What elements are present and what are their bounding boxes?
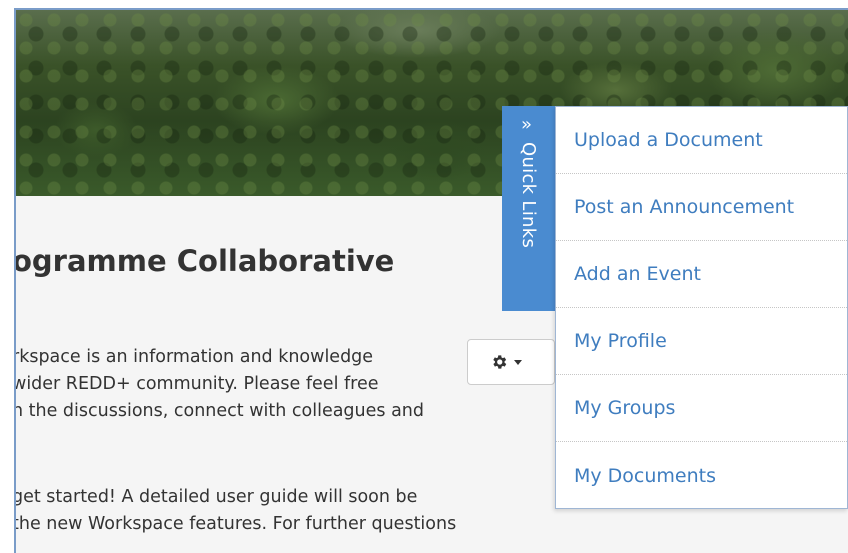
gear-icon — [493, 355, 507, 369]
quick-links-panel: Upload a Document Post an Announcement A… — [555, 106, 848, 509]
quick-link-post-announcement[interactable]: Post an Announcement — [556, 174, 847, 241]
intro-line: rkspace is an information and knowledge — [14, 347, 374, 367]
quick-link-add-event[interactable]: Add an Event — [556, 241, 847, 308]
quick-link-my-profile[interactable]: My Profile — [556, 308, 847, 375]
chevron-down-icon — [514, 359, 522, 365]
quick-link-upload-document[interactable]: Upload a Document — [556, 107, 847, 174]
intro-line: n the discussions, connect with colleagu… — [14, 401, 425, 421]
quick-link-my-documents[interactable]: My Documents — [556, 442, 847, 509]
intro-paragraph: rkspace is an information and knowledge … — [14, 344, 425, 425]
double-chevron-right-icon: » — [521, 114, 533, 135]
quick-link-my-groups[interactable]: My Groups — [556, 375, 847, 442]
settings-dropdown-button[interactable] — [467, 339, 555, 385]
intro-line: wider REDD+ community. Please feel free — [14, 374, 379, 394]
quick-links-tab-label: Quick Links — [518, 142, 539, 249]
guide-paragraph: get started! A detailed user guide will … — [14, 484, 457, 538]
guide-line: the new Workspace features. For further … — [14, 514, 457, 534]
quick-links-tab[interactable]: » Quick Links — [502, 106, 556, 311]
guide-line: get started! A detailed user guide will … — [14, 487, 418, 507]
page-title: ogramme Collaborative — [14, 244, 395, 278]
